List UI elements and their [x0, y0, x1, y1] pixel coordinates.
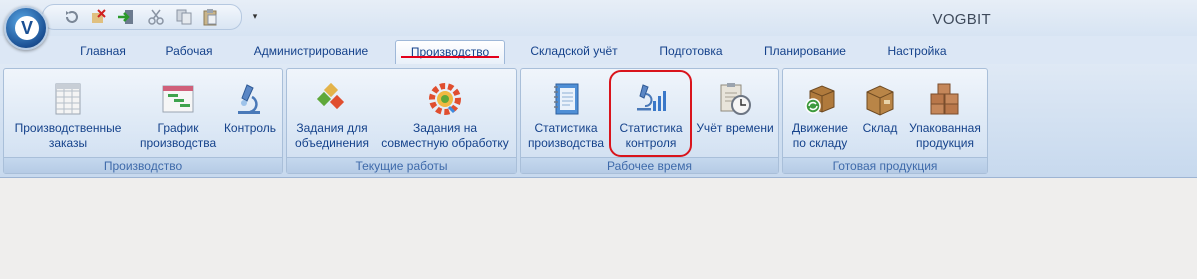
button-label-line1: Статистика	[534, 121, 598, 135]
control-button[interactable]: Контроль	[220, 75, 280, 155]
tab-settings[interactable]: Настройка	[872, 40, 962, 64]
highlight-circle	[609, 70, 692, 157]
group-label: Текущие работы	[287, 157, 516, 173]
button-label-line2: по складу	[792, 136, 848, 150]
workspace-area	[0, 178, 1197, 279]
button-label-line2: производства	[140, 136, 217, 150]
group-label: Готовая продукция	[783, 157, 987, 173]
group-label: Производство	[4, 157, 282, 173]
merge-tasks-button[interactable]: Задания для объединения	[289, 75, 375, 155]
exit-icon[interactable]	[117, 8, 135, 26]
button-label-line2: объединения	[295, 136, 369, 150]
title-bar: ▾ VOGBIT	[0, 0, 1197, 36]
tab-production[interactable]: Производство	[395, 40, 505, 64]
delete-icon[interactable]	[89, 8, 107, 26]
production-statistics-button[interactable]: Статистика производства	[523, 75, 609, 155]
button-label-line1: Движение	[792, 121, 848, 135]
active-tab-underline	[401, 56, 499, 58]
spreadsheet-icon	[50, 81, 86, 117]
box-arrows-icon	[802, 81, 838, 117]
cut-icon[interactable]	[147, 8, 165, 26]
button-label-line1: Задания для	[296, 121, 368, 135]
button-label-line1: Контроль	[223, 121, 277, 135]
clipboard-clock-icon	[717, 81, 753, 117]
joint-processing-tasks-button[interactable]: Задания на совместную обработку	[377, 75, 513, 155]
group-label: Рабочее время	[521, 157, 778, 173]
tab-administration[interactable]: Администрирование	[240, 40, 382, 64]
button-label-line2: совместную обработку	[381, 136, 509, 150]
button-label-line1: Задания на	[412, 121, 478, 135]
notebook-icon	[548, 81, 584, 117]
puzzle-icon	[314, 81, 350, 117]
production-schedule-button[interactable]: График производства	[140, 75, 216, 155]
refresh-icon[interactable]	[63, 8, 81, 26]
gears-icon	[427, 81, 463, 117]
group-finished-products: Движение по складу Склад Упакованная про…	[782, 68, 988, 174]
packed-products-button[interactable]: Упакованная продукция	[905, 75, 985, 155]
tab-preparation[interactable]: Подготовка	[645, 40, 737, 64]
tab-home[interactable]: Главная	[68, 40, 138, 64]
paste-icon[interactable]	[201, 8, 219, 26]
button-label-line1: Упакованная	[909, 121, 981, 135]
quick-access-dropdown[interactable]: ▾	[250, 10, 260, 22]
production-orders-button[interactable]: Производственные заказы	[8, 75, 128, 155]
app-logo: V	[15, 16, 39, 40]
gantt-chart-icon	[160, 81, 196, 117]
button-label-line1: Учёт времени	[696, 121, 774, 135]
warehouse-button[interactable]: Склад	[855, 75, 905, 155]
ribbon-tabs: Главная Рабочая Администрирование Произв…	[0, 36, 1197, 64]
button-label-line2: производства	[527, 136, 605, 150]
group-production: Производственные заказы График производс…	[3, 68, 283, 174]
button-label-line1: График	[157, 121, 199, 135]
button-label-line1: Производственные	[14, 121, 122, 135]
tab-work[interactable]: Рабочая	[150, 40, 228, 64]
button-label-line2: продукция	[916, 136, 974, 150]
button-label-line2: заказы	[48, 136, 88, 150]
application-menu-button[interactable]: V	[4, 6, 48, 50]
group-current-work: Задания для объединения Задания на совме…	[286, 68, 517, 174]
time-tracking-button[interactable]: Учёт времени	[693, 75, 777, 155]
tab-planning[interactable]: Планирование	[750, 40, 860, 64]
tab-warehouse[interactable]: Складской учёт	[515, 40, 633, 64]
ribbon: Производственные заказы График производс…	[0, 64, 1197, 178]
stacked-boxes-icon	[927, 81, 963, 117]
button-label-line1: Склад	[862, 121, 898, 135]
app-title: VOGBIT	[932, 11, 991, 28]
box-icon	[862, 81, 898, 117]
warehouse-movement-button[interactable]: Движение по складу	[785, 75, 855, 155]
microscope-icon	[232, 81, 268, 117]
copy-icon[interactable]	[175, 8, 193, 26]
quick-access-toolbar	[42, 4, 242, 30]
